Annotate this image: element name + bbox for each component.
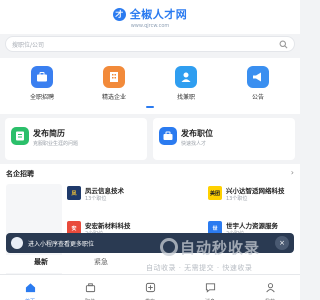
tab-post[interactable]: 发布 [130,278,170,300]
card-title: 发布职位 [181,129,213,138]
chevron-right-icon[interactable]: › [291,168,294,177]
user-icon [265,283,275,293]
search-input[interactable]: 搜职位/公司 [5,36,295,52]
plus-icon [145,282,155,293]
tab-profile[interactable]: 我的 [250,278,290,300]
tab-home[interactable]: 首页 [10,278,50,300]
brand-url: www.qjrcw.com [130,23,170,29]
shortcut-label: 找兼职 [176,94,195,101]
company-name: 凤云信息技术 [85,187,124,195]
brand-name: 全椒人才网 [129,8,188,21]
card-subtitle: 克服职业生涯的问题 [33,141,79,147]
tab-urgent[interactable]: 紧急 [94,257,108,267]
bottom-tab-bar: 首页 职位 发布 消息 我的 [0,274,300,300]
resume-icon [11,127,29,145]
logo[interactable]: 才 全椒人才网 [0,6,300,22]
company-positions: 13个职位 [226,196,248,202]
shortcut-grid: 全职招聘 精选企业 找兼职 公告 [0,58,300,114]
job-icon [85,283,95,293]
shortcut-companies[interactable]: 精选企业 [92,66,136,101]
message-icon [205,283,215,293]
company-logo: 美团 [208,186,222,200]
company-item[interactable]: 美团 兴小达智适网络科技 13个职位 [208,184,296,212]
company-logo: 凤 [67,186,81,200]
section-title: 名企招聘 [6,170,34,178]
post-resume-card[interactable]: 发布简历 克服职业生涯的问题 [5,118,147,160]
shortcut-fulltime[interactable]: 全职招聘 [20,66,64,101]
tab-latest[interactable]: 最新 [34,257,48,267]
briefcase-icon [31,66,53,88]
company-name: 兴小达智适网络科技 [226,187,285,195]
card-title: 发布简历 [33,129,65,138]
shortcut-notice[interactable]: 公告 [236,66,280,101]
company-name: 安宏新材料科技 [85,222,131,230]
shortcut-label: 精选企业 [101,94,126,101]
card-subtitle: 快速找人才 [181,141,207,147]
post-job-card[interactable]: 发布职位 快速找人才 [153,118,295,160]
handshake-icon [175,66,197,88]
mini-program-toast[interactable]: 进入小程序查看更多职位 × [6,233,294,253]
tab-messages[interactable]: 消息 [190,278,230,300]
logo-mark-icon: 才 [112,7,126,21]
tab-jobs[interactable]: 职位 [70,278,110,300]
shortcut-label: 公告 [251,94,264,101]
home-icon [25,283,35,293]
search-placeholder: 搜职位/公司 [12,42,45,49]
megaphone-icon [247,66,269,88]
company-positions: 13个职位 [85,196,107,202]
search-icon[interactable] [279,40,288,49]
building-icon [103,66,125,88]
company-item[interactable]: 凤 凤云信息技术 13个职位 [67,184,167,212]
top-header: 才 全椒人才网 www.qjrcw.com [0,0,300,34]
company-name: 世宇人力资源服务 [226,222,278,230]
post-job-icon [159,127,177,145]
shortcut-label: 全职招聘 [29,94,54,101]
close-icon[interactable]: × [275,236,289,250]
toast-text: 进入小程序查看更多职位 [28,241,95,248]
avatar [11,237,23,249]
job-filter-tabs: 最新 紧急 [0,255,300,273]
shortcut-parttime[interactable]: 找兼职 [164,66,208,101]
carousel-indicator [146,106,154,108]
